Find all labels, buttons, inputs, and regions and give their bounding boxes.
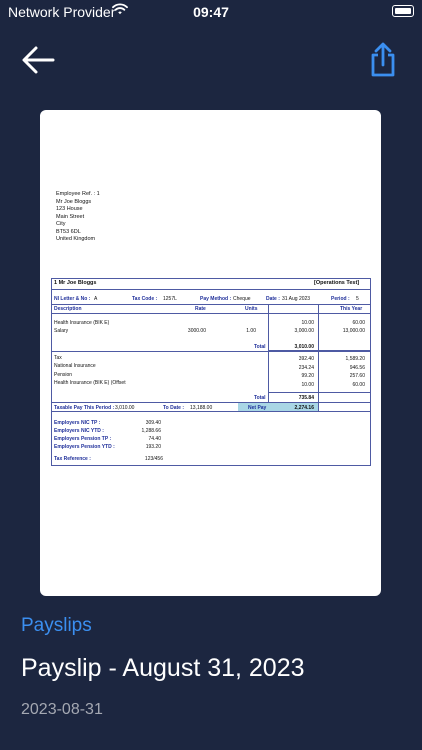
taxable-pay-value: 3,010.00 bbox=[115, 405, 135, 411]
address-line: Main Street bbox=[56, 213, 85, 220]
divider bbox=[52, 411, 370, 412]
ni-label: NI Letter & No : bbox=[54, 296, 91, 302]
divider bbox=[52, 402, 370, 403]
tax-reference-label: Tax Reference : bbox=[54, 456, 91, 462]
deduction-desc: National Insurance bbox=[54, 363, 96, 369]
net-pay-value: 2,274.16 bbox=[294, 405, 314, 411]
employer-value: 193.20 bbox=[145, 444, 161, 450]
period-label: Period : bbox=[331, 296, 350, 302]
tax-reference-value: 123/456 bbox=[144, 456, 163, 462]
col-description: Description bbox=[54, 306, 82, 312]
payment-amount: 3,000.00 bbox=[294, 328, 314, 334]
date-value: 31 Aug 2023 bbox=[282, 296, 311, 302]
divider bbox=[52, 313, 370, 314]
employer-label: Employers NIC YTD : bbox=[54, 428, 104, 434]
deduction-ytd: 60.00 bbox=[352, 382, 365, 388]
payments-total-label: Total bbox=[254, 344, 266, 350]
divider bbox=[268, 392, 370, 393]
divider bbox=[268, 304, 269, 402]
payment-ytd: 60.00 bbox=[352, 320, 365, 326]
back-button[interactable] bbox=[20, 44, 56, 76]
address-line: Employee Ref. : 1 bbox=[56, 191, 100, 197]
divider bbox=[52, 351, 370, 352]
payment-desc: Salary bbox=[54, 328, 69, 334]
page-title: Payslip - August 31, 2023 bbox=[21, 654, 305, 682]
pay-method-label: Pay Method : bbox=[200, 296, 232, 302]
payment-amount: 10.00 bbox=[301, 320, 314, 326]
deduction-ytd: 1,589.20 bbox=[345, 356, 365, 362]
deduction-ytd: 257.60 bbox=[349, 373, 365, 379]
payslip-date: 2023-08-31 bbox=[21, 701, 103, 718]
payments-total: 3,010.00 bbox=[294, 344, 314, 350]
ni-value: A bbox=[94, 296, 98, 302]
tax-code-value: 1257L bbox=[163, 296, 177, 302]
deduction-ytd: 946.56 bbox=[349, 365, 365, 371]
payment-desc: Health Insurance (BIK E) bbox=[54, 320, 110, 326]
battery-icon bbox=[392, 5, 414, 17]
col-units: Units bbox=[245, 306, 258, 312]
address-line: BT53 6DL bbox=[56, 228, 81, 235]
payment-units: 1.00 bbox=[246, 328, 256, 334]
employer-value: 1,288.66 bbox=[141, 428, 161, 434]
to-date-label: To Date : bbox=[163, 405, 185, 411]
deduction-amount: 234.24 bbox=[298, 365, 314, 371]
employer-label: Employers Pension YTD : bbox=[54, 444, 115, 450]
share-button[interactable] bbox=[368, 42, 398, 78]
col-this-year: This Year bbox=[340, 306, 363, 312]
address-line: Mr Joe Bloggs bbox=[56, 198, 92, 205]
employer-label: Employers NIC TP : bbox=[54, 420, 101, 426]
clock: 09:47 bbox=[193, 4, 229, 20]
payslip-table: 1 Mr Joe Bloggs [Operations Test] NI Let… bbox=[51, 278, 371, 466]
deduction-amount: 392.40 bbox=[298, 356, 314, 362]
deduction-desc: Pension bbox=[54, 372, 73, 378]
deduction-desc: Tax bbox=[54, 355, 62, 361]
address-line: City bbox=[56, 221, 66, 227]
pay-method-value: Cheque bbox=[233, 296, 251, 302]
deductions-total: 735.84 bbox=[298, 395, 314, 401]
deductions-total-label: Total bbox=[254, 395, 266, 401]
header-company: [Operations Test] bbox=[314, 280, 360, 286]
date-label: Date : bbox=[266, 296, 280, 302]
deduction-amount: 99.20 bbox=[301, 373, 314, 379]
payment-ytd: 13,000.00 bbox=[342, 328, 365, 334]
payslip-document-preview[interactable]: Employee Ref. : 1 Mr Joe Bloggs 123 Hous… bbox=[40, 110, 381, 596]
address-line: 123 House bbox=[56, 206, 83, 212]
taxable-pay-label: Taxable Pay This Period : bbox=[54, 405, 115, 411]
employer-value: 309.40 bbox=[145, 420, 161, 426]
divider bbox=[52, 289, 370, 290]
tax-code-label: Tax Code : bbox=[132, 296, 158, 302]
divider bbox=[52, 304, 370, 305]
status-bar: Network Provider 09:47 bbox=[0, 0, 422, 22]
employer-value: 74.40 bbox=[148, 436, 161, 442]
employee-address: Employee Ref. : 1 Mr Joe Bloggs 123 Hous… bbox=[56, 191, 100, 244]
divider bbox=[318, 304, 319, 412]
net-pay-label: Net Pay bbox=[248, 405, 267, 411]
deduction-desc: Health Insurance (BIK E) (Offset bbox=[54, 380, 126, 386]
address-line: United Kingdom bbox=[56, 236, 96, 242]
employer-label: Employers Pension TP : bbox=[54, 436, 112, 442]
to-date-value: 13,188.00 bbox=[190, 405, 213, 411]
deduction-amount: 10.00 bbox=[301, 382, 314, 388]
period-value: 5 bbox=[356, 296, 359, 302]
col-rate: Rate bbox=[195, 306, 206, 312]
arrow-left-icon bbox=[22, 46, 55, 74]
share-icon bbox=[371, 42, 395, 77]
header-employee-name: 1 Mr Joe Bloggs bbox=[54, 280, 97, 286]
payment-rate: 3000.00 bbox=[187, 328, 206, 334]
section-label: Payslips bbox=[21, 615, 92, 636]
